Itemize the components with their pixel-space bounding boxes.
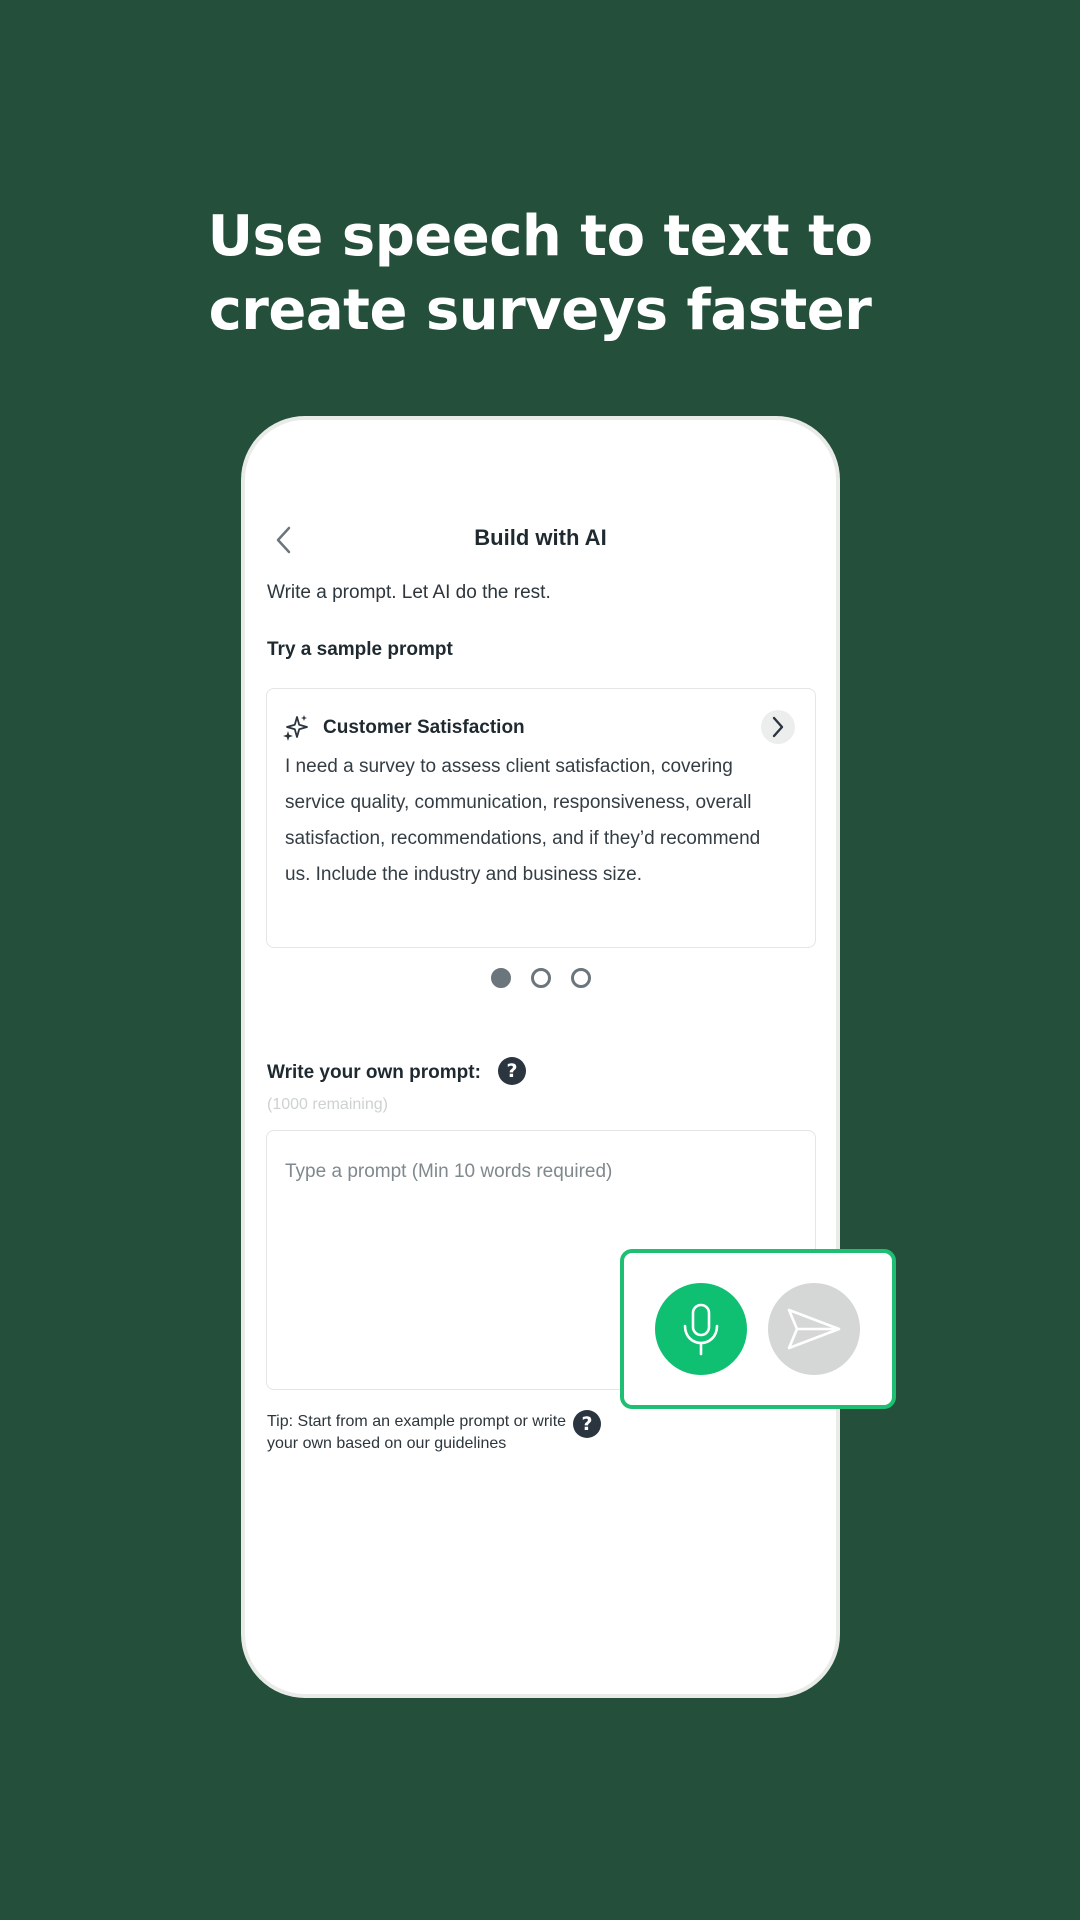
carousel-dot-3[interactable] bbox=[570, 968, 591, 988]
screen-title: Build with AI bbox=[474, 525, 607, 550]
chevron-right-icon bbox=[772, 716, 784, 738]
next-sample-button[interactable] bbox=[761, 710, 795, 744]
send-button[interactable] bbox=[768, 1283, 860, 1375]
carousel-dot-1[interactable] bbox=[490, 968, 511, 988]
microphone-button[interactable] bbox=[655, 1283, 747, 1375]
question-icon[interactable]: ? bbox=[573, 1410, 601, 1438]
question-icon[interactable]: ? bbox=[498, 1057, 526, 1085]
carousel-dot-2[interactable] bbox=[530, 968, 551, 988]
own-prompt-label: Write your own prompt: bbox=[267, 1062, 481, 1083]
character-counter: (1000 remaining) bbox=[267, 1096, 388, 1113]
sparkle-icon bbox=[283, 715, 308, 741]
top-bar: Build with AI bbox=[245, 515, 836, 565]
headline: Use speech to text to create surveys fas… bbox=[0, 200, 1080, 348]
screen-subtitle: Write a prompt. Let AI do the rest. bbox=[267, 582, 551, 603]
send-icon bbox=[787, 1308, 841, 1350]
sample-prompt-heading: Try a sample prompt bbox=[267, 639, 453, 660]
headline-line-1: Use speech to text to bbox=[207, 204, 873, 269]
microphone-icon bbox=[683, 1303, 719, 1356]
headline-line-2: create surveys faster bbox=[208, 278, 872, 343]
sample-card-body: I need a survey to assess client satisfa… bbox=[285, 756, 761, 885]
prompt-placeholder: Type a prompt (Min 10 words required) bbox=[285, 1161, 613, 1182]
promo-page: Use speech to text to create surveys fas… bbox=[0, 0, 1080, 1920]
tip-text: Tip: Start from an example prompt or wri… bbox=[267, 1413, 567, 1452]
action-panel bbox=[620, 1249, 896, 1409]
carousel-indicator bbox=[245, 968, 836, 988]
sample-card-title: Customer Satisfaction bbox=[323, 717, 525, 738]
phone-mockup: Build with AI Write a prompt. Let AI do … bbox=[245, 420, 836, 1694]
sample-prompt-card[interactable]: Customer Satisfaction I need a survey to… bbox=[266, 688, 816, 948]
